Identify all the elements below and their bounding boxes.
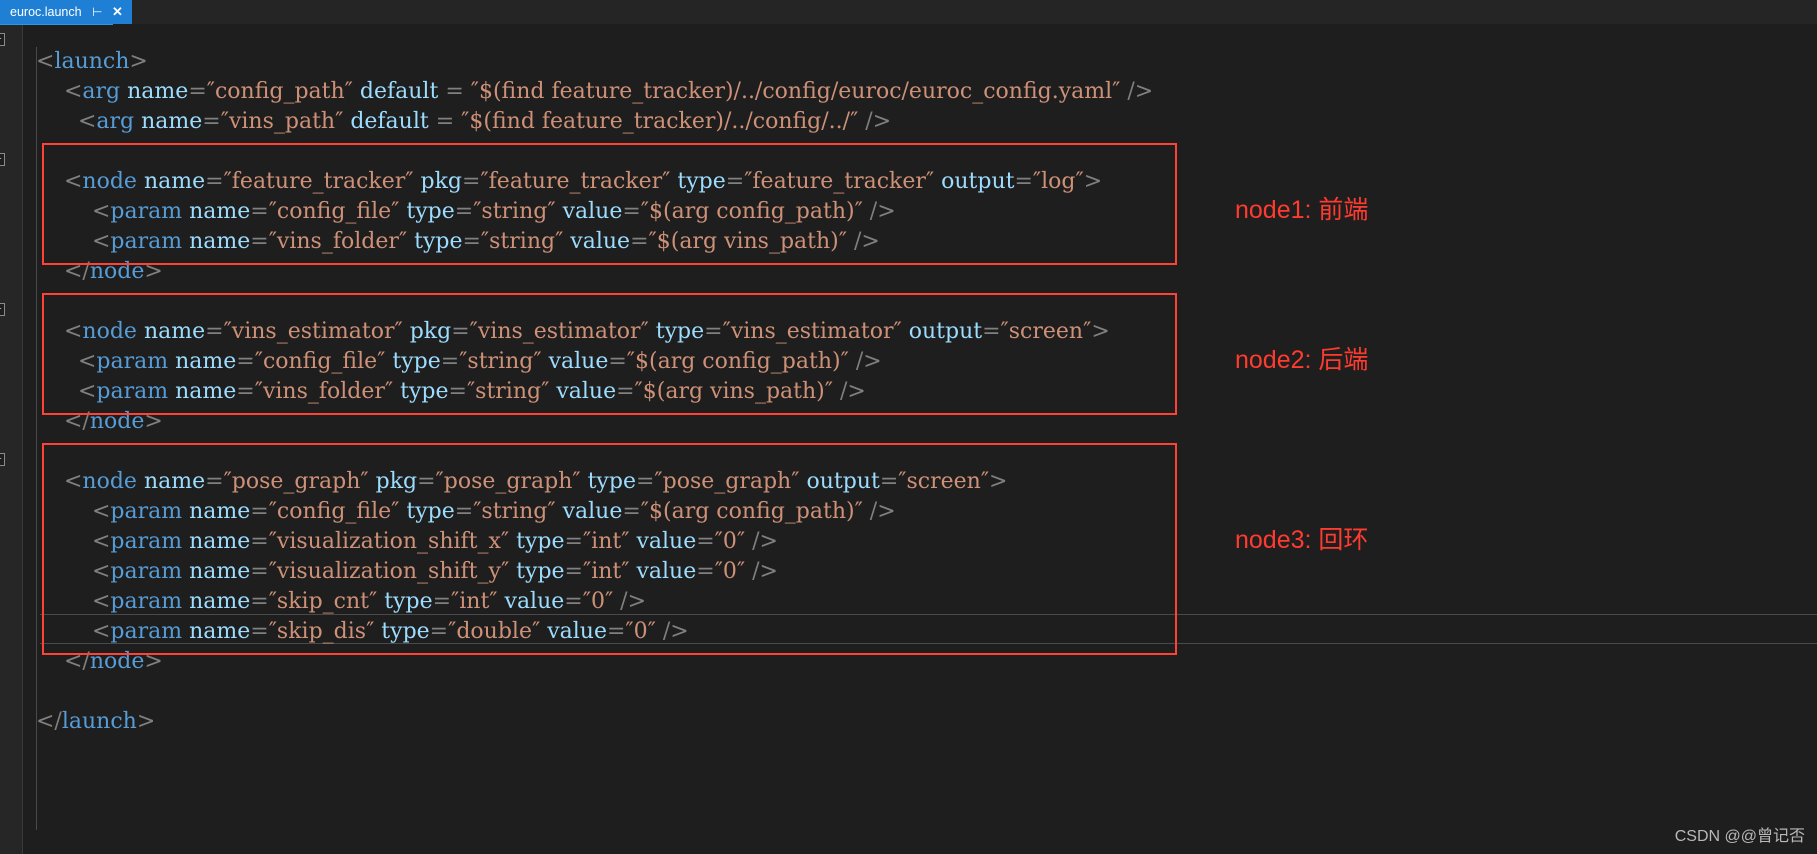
pin-icon[interactable]: ⊣ [92,0,102,24]
code-line[interactable]: <param name=″skip_cnt″ type=″int″ value=… [36,587,1153,617]
editor-gutter [0,25,23,854]
code-line[interactable]: <param name=″vins_folder″ type=″string″ … [36,377,1153,407]
code-line[interactable]: </launch> [36,707,1153,737]
close-icon[interactable]: ✕ [112,0,123,24]
code-line[interactable]: <node name=″pose_graph″ pkg=″pose_graph″… [36,467,1153,497]
code-line[interactable]: </node> [36,257,1153,287]
code-editor[interactable]: − − − − <launch> <arg name=″config_path″… [0,25,1817,854]
watermark: CSDN @@曾记否 [1674,828,1805,845]
code-line[interactable]: <node name=″feature_tracker″ pkg=″featur… [36,167,1153,197]
code-line[interactable]: <arg name=″vins_path″ default = ″$(find … [36,107,1153,137]
editor-tab-bar: euroc.launch ⊣ ✕ [0,0,1817,25]
code-line[interactable]: <param name=″visualization_shift_x″ type… [36,527,1153,557]
fold-marker-node-posegraph[interactable]: − [0,453,5,466]
code-line[interactable]: <param name=″visualization_shift_y″ type… [36,557,1153,587]
code-line[interactable] [36,287,1153,317]
annotation-node2: node2: 后端 [1235,346,1369,374]
code-line[interactable]: <param name=″config_file″ type=″string″ … [36,497,1153,527]
code-line[interactable]: <launch> [36,47,1153,77]
code-line[interactable]: <param name=″config_file″ type=″string″ … [36,197,1153,227]
code-line[interactable]: <param name=″vins_folder″ type=″string″ … [36,227,1153,257]
fold-marker-node-estimator[interactable]: − [0,303,5,316]
code-line[interactable]: <node name=″vins_estimator″ pkg=″vins_es… [36,317,1153,347]
annotation-node3: node3: 回环 [1235,526,1369,554]
tab-euroc-launch[interactable]: euroc.launch ⊣ ✕ [0,0,132,24]
fold-marker-node-feature[interactable]: − [0,153,5,166]
code-line[interactable] [36,437,1153,467]
code-content[interactable]: <launch> <arg name=″config_path″ default… [36,47,1153,737]
code-line[interactable] [36,677,1153,707]
tab-bar-empty-space [131,0,1817,24]
tab-label: euroc.launch [10,5,82,19]
fold-marker-launch[interactable]: − [0,33,5,46]
code-line[interactable]: <arg name=″config_path″ default = ″$(fin… [36,77,1153,107]
code-line[interactable] [36,137,1153,167]
code-line[interactable]: </node> [36,647,1153,677]
code-line[interactable]: <param name=″config_file″ type=″string″ … [36,347,1153,377]
code-line[interactable]: <param name=″skip_dis″ type=″double″ val… [36,617,1153,647]
annotation-node1: node1: 前端 [1235,196,1369,224]
code-line[interactable]: </node> [36,407,1153,437]
